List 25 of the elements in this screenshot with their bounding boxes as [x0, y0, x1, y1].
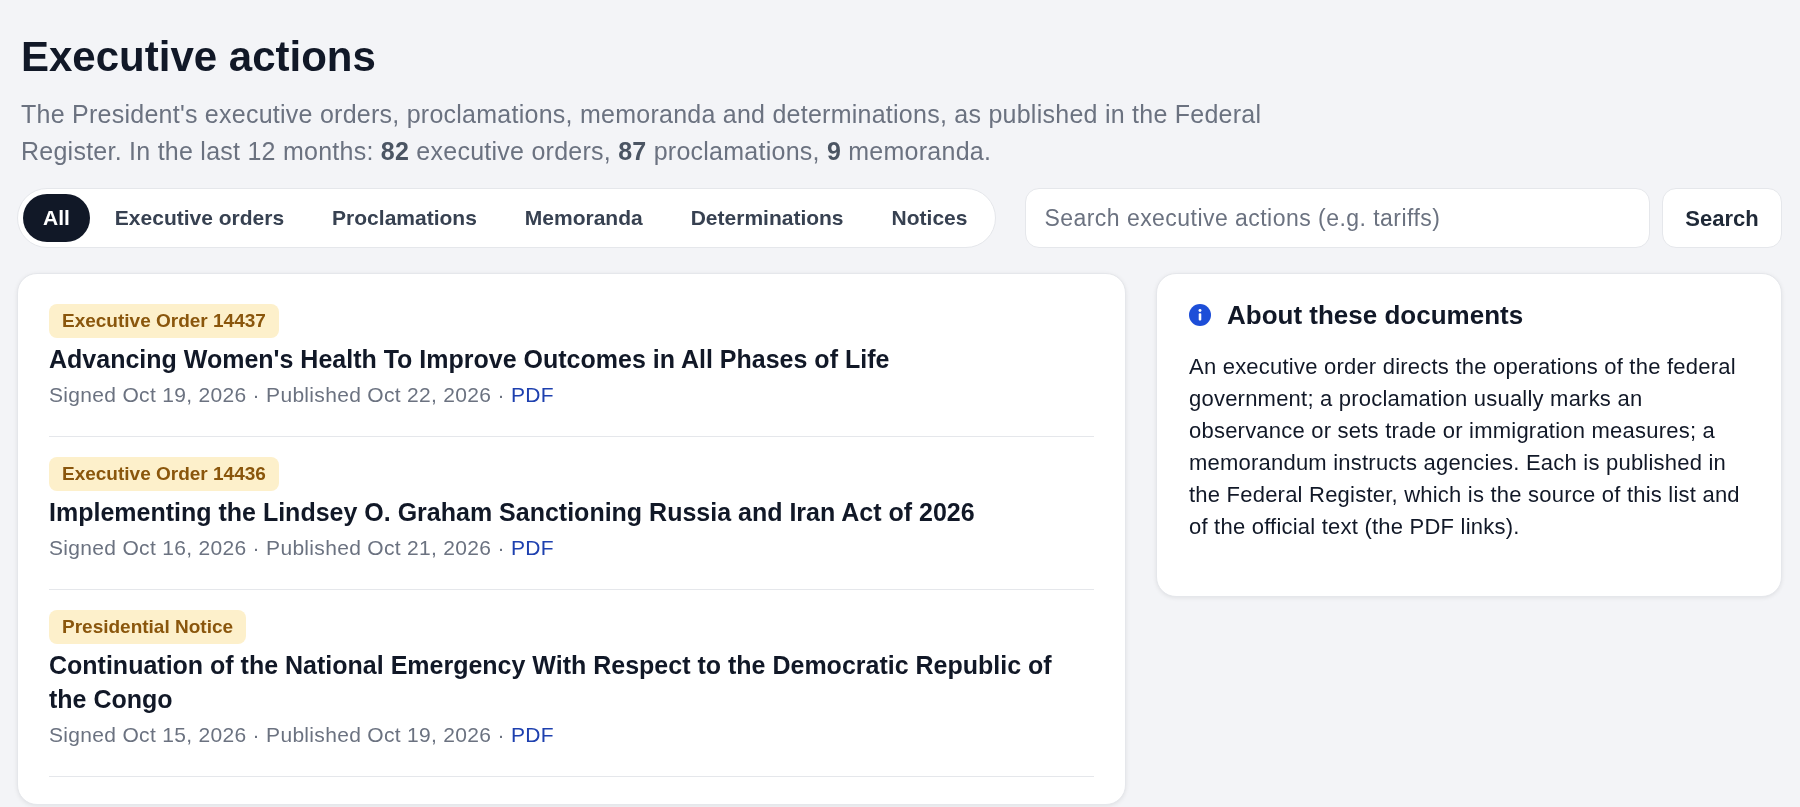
- filter-tab[interactable]: Proclamations: [309, 194, 500, 242]
- document-type-badge: Executive Order 14437: [49, 304, 279, 338]
- page-title: Executive actions: [21, 32, 377, 82]
- document-dates: Signed Oct 15, 2026 · Published Oct 19, 2026 · PDF: [49, 722, 554, 748]
- filter-tab[interactable]: Notices: [868, 194, 991, 242]
- info-icon: [1189, 304, 1211, 326]
- pdf-link[interactable]: PDF: [510, 383, 554, 406]
- document-title[interactable]: Implementing the Lindsey O. Graham Sanctioning Russia and Iran Act of 2026: [49, 495, 975, 529]
- document-type-badge: Presidential Notice: [49, 610, 247, 644]
- search-button[interactable]: Search: [1662, 188, 1782, 248]
- document-title[interactable]: Continuation of the National Emergency With Respect to the Democratic Republic of the Congo: [49, 648, 1094, 716]
- filter-tab[interactable]: Memoranda: [501, 194, 666, 242]
- filter-tab[interactable]: Executive orders: [91, 194, 308, 242]
- page-description: The President's executive orders, proclamations, memoranda and determinations, as published in the Federal Register. In the last 12 months: 82 executive orders, 87 proclamations, 9 memoranda.: [21, 99, 1263, 167]
- document-dates: Signed Oct 19, 2026 · Published Oct 22, 2026 · PDF: [49, 382, 554, 408]
- document-title[interactable]: Advancing Women's Health To Improve Outcomes in All Phases of Life: [49, 342, 890, 376]
- about-heading: About these documents: [1227, 299, 1524, 332]
- about-text: An executive order directs the operations of the federal government; a proclamation usually marks an observance or sets trade or immigration measures; a memorandum instructs agencies. Each is published in the Federal Register, which is the source of this list and of the official text (the PDF links).: [1189, 353, 1741, 541]
- document-dates: Signed Oct 16, 2026 · Published Oct 21, 2026 · PDF: [49, 535, 554, 561]
- pdf-link[interactable]: PDF: [510, 536, 554, 559]
- pdf-link[interactable]: PDF: [510, 723, 554, 746]
- filter-tab[interactable]: Determinations: [667, 194, 867, 242]
- filter-tab[interactable]: All: [23, 194, 90, 242]
- search-field[interactable]: Search executive actions (e.g. tariffs): [1025, 188, 1650, 248]
- document-type-badge: Executive Order 14436: [49, 457, 279, 491]
